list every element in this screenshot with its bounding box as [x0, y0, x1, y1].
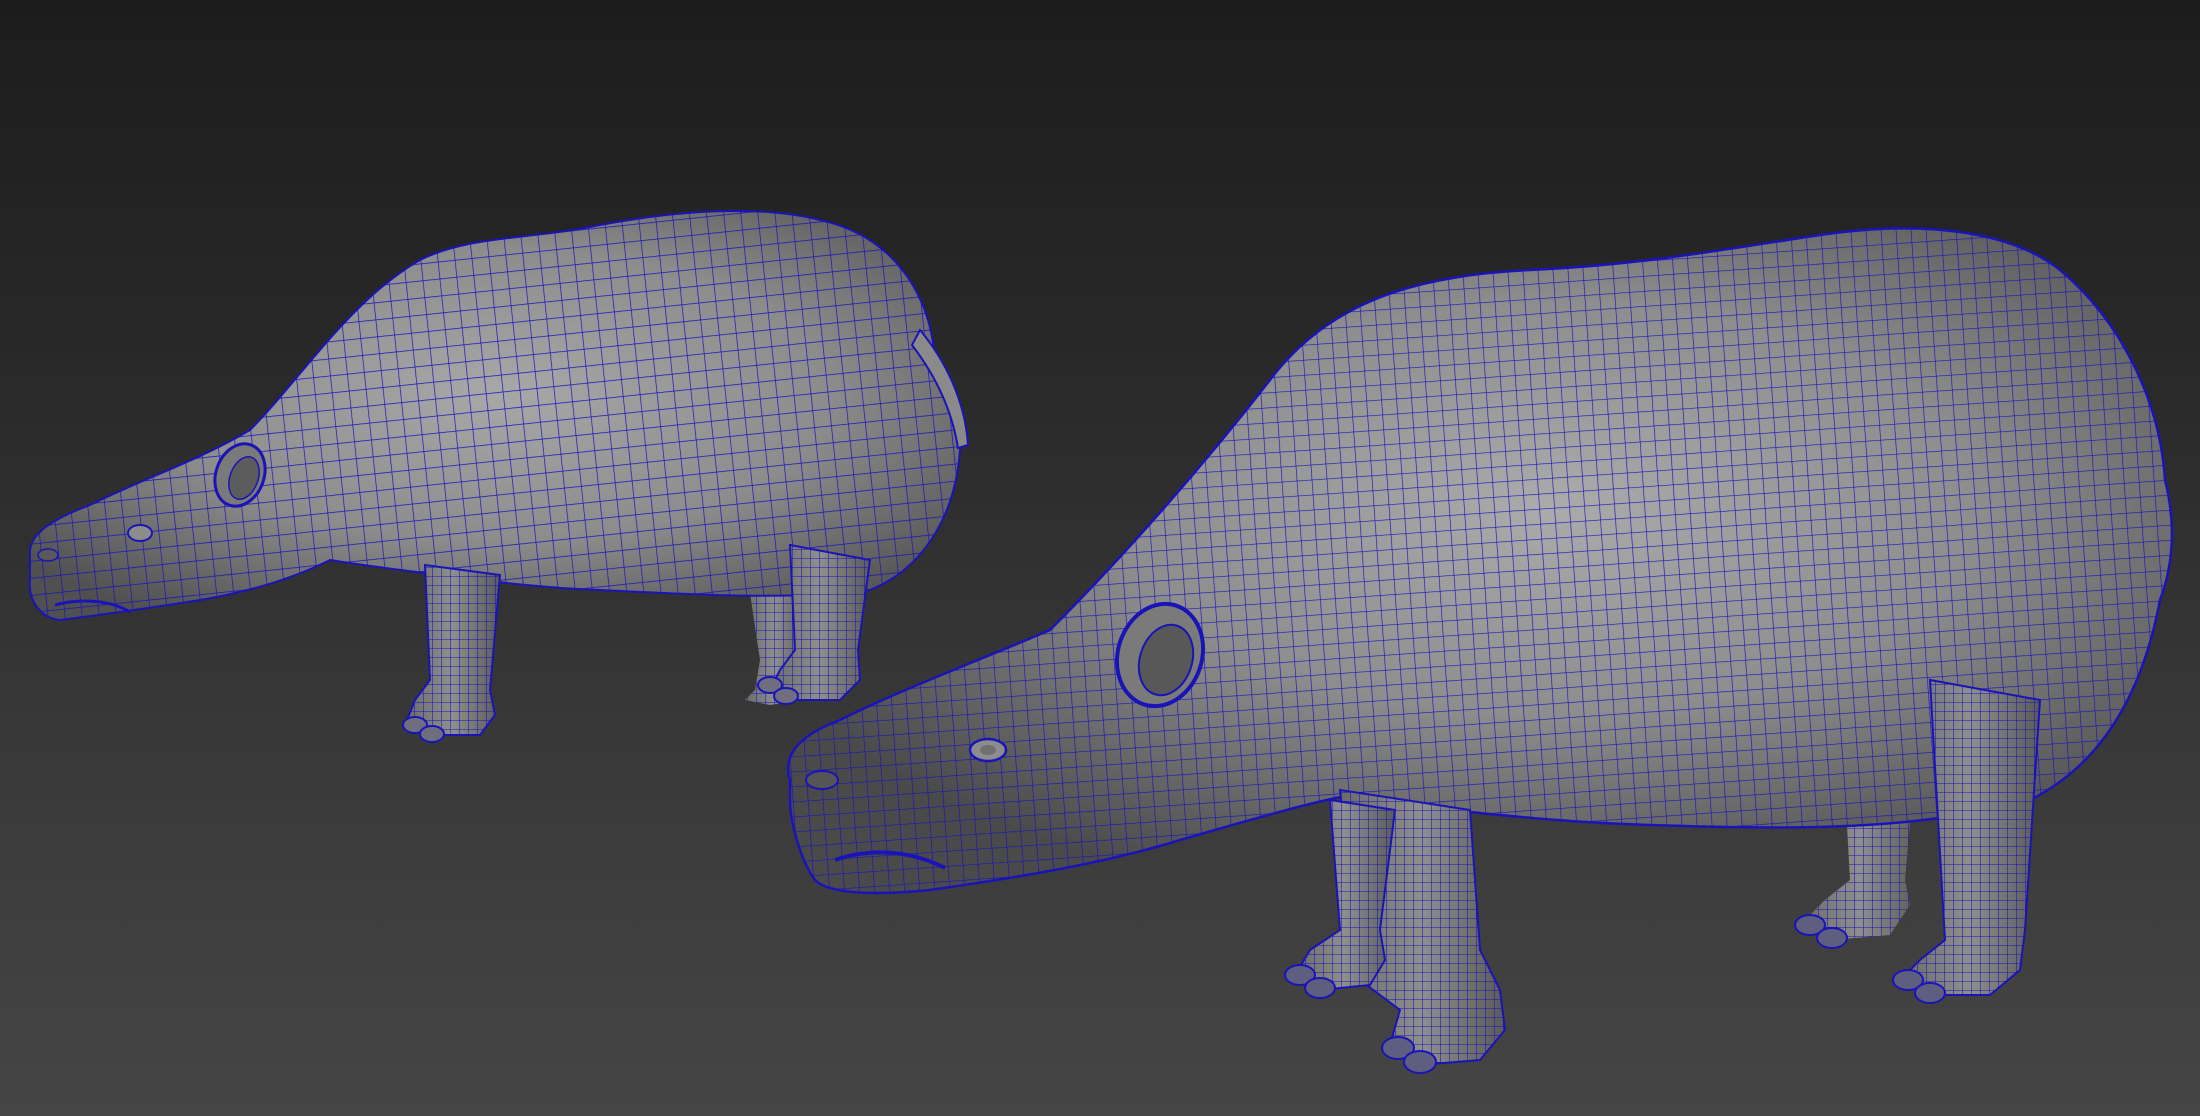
viewport-scene[interactable]: [0, 0, 2200, 1116]
rhino-model-right[interactable]: [787, 227, 2174, 1074]
rhino-left-eye: [127, 524, 153, 542]
rhino-model-left[interactable]: [28, 209, 970, 743]
3d-viewport[interactable]: [0, 0, 2200, 1116]
